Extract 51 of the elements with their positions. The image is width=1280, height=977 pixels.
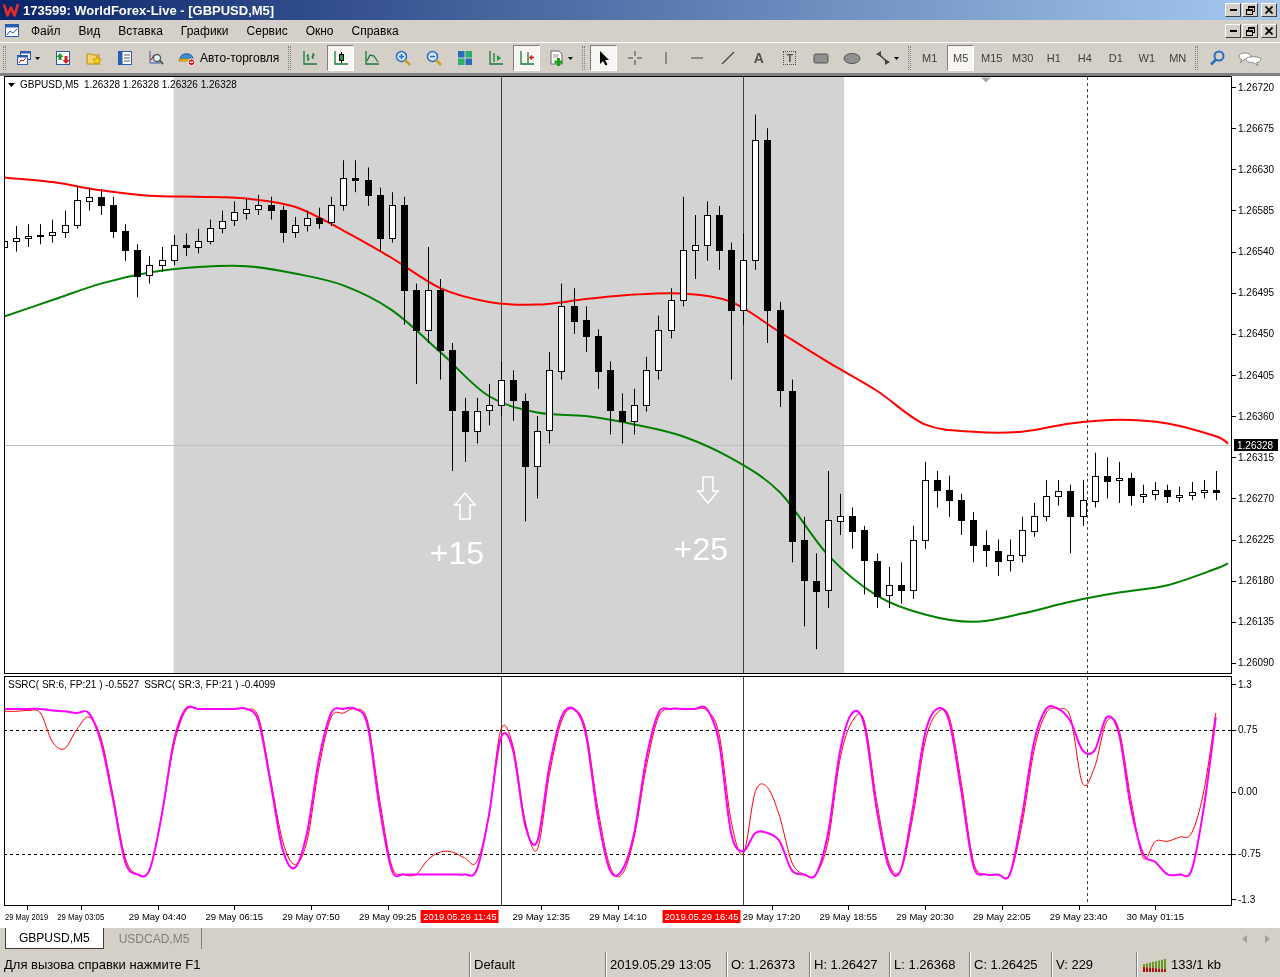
indicator-legend: SSRC( SR:6, FP:21 ) -0.5527 [8, 679, 140, 690]
price-axis-label: 1.26090 [1238, 657, 1275, 669]
time-axis-label: 29 May 07:50 [282, 911, 340, 922]
time-axis-label: 30 May 01:15 [1126, 911, 1185, 922]
current-price-label: 1.26328 [1234, 439, 1278, 451]
price-axis-label: 1.26180 [1238, 575, 1275, 587]
bar-time: 2019.05.29 13:05 [606, 952, 727, 977]
price-axis-label: 1.26495 [1238, 287, 1275, 299]
price-axis-label: 1.26630 [1238, 163, 1275, 175]
time-axis-label: 29 May 04:40 [128, 911, 187, 922]
price-axis-label: 1.26675 [1238, 122, 1275, 134]
status-message: Для вызова справки нажмите F1 [0, 952, 470, 977]
bar-volume: V: 229 [1052, 952, 1137, 977]
indicator-legend: SSRC( SR:3, FP:21 ) -0.4099 [144, 679, 276, 690]
close-price: C: 1.26425 [970, 952, 1052, 977]
price-axis-label: 1.26135 [1238, 616, 1275, 628]
indicator-axis-label: 1.3 [1238, 678, 1252, 690]
window-title: 173599: WorldForex-Live - [GBPUSD,M5] [23, 2, 276, 18]
indicator-axis-label: 0.00 [1238, 786, 1258, 798]
time-axis-label: 29 May 23:40 [1049, 911, 1108, 922]
low-price: L: 1.26368 [890, 952, 970, 977]
price-axis-label: 1.26270 [1238, 492, 1275, 504]
time-axis-label: 29 May 14:10 [589, 911, 647, 922]
price-axis-label: 1.26225 [1238, 534, 1275, 546]
price-axis-label: 1.26360 [1238, 410, 1275, 422]
price-axis-label: 1.26540 [1238, 246, 1275, 258]
indicator-axis-label: -0.75 [1238, 848, 1261, 860]
time-axis-label: 29 May 22:05 [972, 911, 1031, 922]
chart-symbol: GBPUSD,M5 [20, 79, 79, 90]
time-marker-label: 2019.05.29 16:45 [662, 910, 741, 923]
time-marker-label: 2019.05.29 11:45 [420, 910, 499, 923]
ohlc-values: 1.26328 1.26328 1.26326 1.26328 [83, 79, 237, 90]
profile-name: Default [470, 952, 606, 977]
time-axis-label: 29 May 12:35 [512, 911, 571, 922]
price-axis-label: 1.26315 [1238, 451, 1275, 463]
open-price: O: 1.26373 [727, 952, 810, 977]
price-axis-label: 1.26720 [1238, 81, 1275, 93]
price-axis-label: 1.26405 [1238, 369, 1275, 381]
time-axis-label: 29 May 06:15 [205, 911, 264, 922]
ref-line-label: 1.26328 [1237, 440, 1274, 451]
price-axis-label: 1.26450 [1238, 328, 1275, 340]
time-axis-label: 29 May 18:55 [819, 911, 878, 922]
time-axis-label: 29 May 20:30 [896, 911, 954, 922]
time-axis-label: 29 May 03:05 [57, 911, 115, 922]
price-axis-label: 1.26585 [1238, 204, 1275, 216]
indicator-axis-label: -1.3 [1238, 893, 1256, 905]
high-price: H: 1.26427 [810, 952, 890, 977]
time-axis-label: 29 May 17:20 [742, 911, 801, 922]
traffic-text: 133/1 kb [1171, 957, 1221, 972]
indicator-axis-label: 0.75 [1238, 724, 1258, 736]
time-axis-label: 29 May 09:25 [358, 911, 417, 922]
